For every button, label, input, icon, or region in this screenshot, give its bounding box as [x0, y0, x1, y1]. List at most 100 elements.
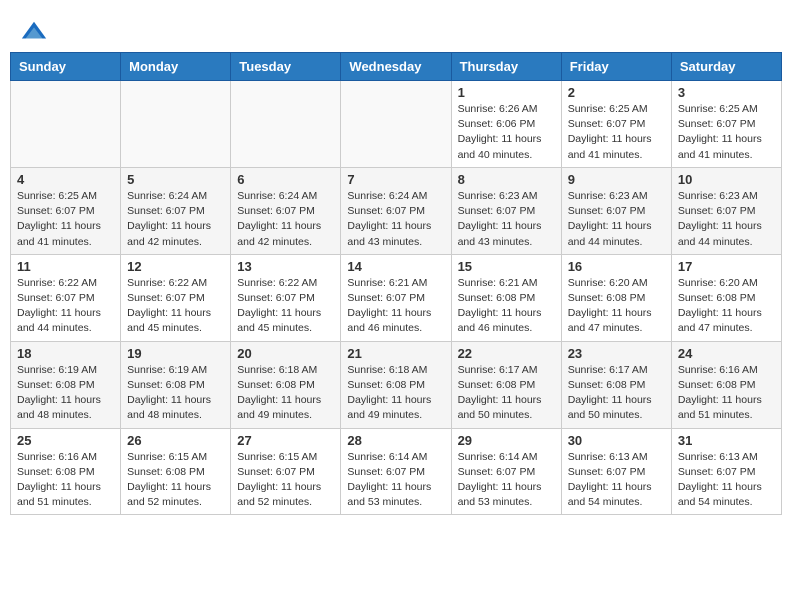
day-number: 3 — [678, 85, 775, 100]
day-detail: Sunrise: 6:16 AMSunset: 6:08 PMDaylight:… — [678, 363, 775, 424]
day-number: 8 — [458, 172, 555, 187]
day-detail: Sunrise: 6:17 AMSunset: 6:08 PMDaylight:… — [568, 363, 665, 424]
day-number: 7 — [347, 172, 444, 187]
calendar-cell: 4Sunrise: 6:25 AMSunset: 6:07 PMDaylight… — [11, 167, 121, 254]
day-detail: Sunrise: 6:16 AMSunset: 6:08 PMDaylight:… — [17, 450, 114, 511]
calendar-cell: 22Sunrise: 6:17 AMSunset: 6:08 PMDayligh… — [451, 341, 561, 428]
weekday-header-thursday: Thursday — [451, 53, 561, 81]
day-detail: Sunrise: 6:24 AMSunset: 6:07 PMDaylight:… — [347, 189, 444, 250]
weekday-header-sunday: Sunday — [11, 53, 121, 81]
day-detail: Sunrise: 6:21 AMSunset: 6:08 PMDaylight:… — [458, 276, 555, 337]
calendar-week-row: 11 Sunrise: 6:22 AMSunset: 6:07 PMDayligh… — [11, 254, 782, 341]
calendar-week-row: 18 Sunrise: 6:19 AMSunset: 6:08 PMDayligh… — [11, 341, 782, 428]
day-number: 13 — [237, 259, 334, 274]
day-number: 19 — [127, 346, 224, 361]
calendar-cell: 1 Sunrise: 6:26 AMSunset: 6:06 PMDaylight… — [451, 81, 561, 168]
calendar-cell: 16Sunrise: 6:20 AMSunset: 6:08 PMDayligh… — [561, 254, 671, 341]
day-detail: Sunrise: 6:23 AMSunset: 6:07 PMDaylight:… — [678, 189, 775, 250]
day-detail: Sunrise: 6:14 AMSunset: 6:07 PMDaylight:… — [347, 450, 444, 511]
calendar-cell — [11, 81, 121, 168]
calendar-week-row: 1 Sunrise: 6:26 AMSunset: 6:06 PMDaylight… — [11, 81, 782, 168]
day-number: 22 — [458, 346, 555, 361]
day-detail: Sunrise: 6:22 AMSunset: 6:07 PMDaylight:… — [127, 276, 224, 337]
day-number: 5 — [127, 172, 224, 187]
day-number: 30 — [568, 433, 665, 448]
calendar-cell: 25 Sunrise: 6:16 AMSunset: 6:08 PMDayligh… — [11, 428, 121, 515]
day-number: 9 — [568, 172, 665, 187]
day-number: 21 — [347, 346, 444, 361]
day-number: 24 — [678, 346, 775, 361]
calendar-week-row: 25 Sunrise: 6:16 AMSunset: 6:08 PMDayligh… — [11, 428, 782, 515]
calendar-cell: 27 Sunrise: 6:15 AMSunset: 6:07 PMDayligh… — [231, 428, 341, 515]
calendar-cell — [231, 81, 341, 168]
day-detail: Sunrise: 6:22 AMSunset: 6:07 PMDaylight:… — [237, 276, 334, 337]
day-number: 29 — [458, 433, 555, 448]
day-number: 11 — [17, 259, 114, 274]
calendar-cell: 21 Sunrise: 6:18 AMSunset: 6:08 PMDayligh… — [341, 341, 451, 428]
day-detail: Sunrise: 6:13 AMSunset: 6:07 PMDaylight:… — [568, 450, 665, 511]
calendar-week-row: 4Sunrise: 6:25 AMSunset: 6:07 PMDaylight… — [11, 167, 782, 254]
calendar-cell: 7 Sunrise: 6:24 AMSunset: 6:07 PMDaylight… — [341, 167, 451, 254]
day-detail: Sunrise: 6:25 AMSunset: 6:07 PMDaylight:… — [17, 189, 114, 250]
day-number: 15 — [458, 259, 555, 274]
day-number: 28 — [347, 433, 444, 448]
day-number: 2 — [568, 85, 665, 100]
calendar-cell: 17Sunrise: 6:20 AMSunset: 6:08 PMDayligh… — [671, 254, 781, 341]
weekday-header-friday: Friday — [561, 53, 671, 81]
weekday-header-monday: Monday — [121, 53, 231, 81]
day-number: 27 — [237, 433, 334, 448]
day-number: 31 — [678, 433, 775, 448]
day-number: 20 — [237, 346, 334, 361]
calendar-cell: 15 Sunrise: 6:21 AMSunset: 6:08 PMDayligh… — [451, 254, 561, 341]
day-number: 1 — [458, 85, 555, 100]
day-number: 18 — [17, 346, 114, 361]
page-header — [10, 10, 782, 52]
day-detail: Sunrise: 6:25 AMSunset: 6:07 PMDaylight:… — [678, 102, 775, 163]
day-detail: Sunrise: 6:15 AMSunset: 6:07 PMDaylight:… — [237, 450, 334, 511]
day-number: 17 — [678, 259, 775, 274]
day-detail: Sunrise: 6:19 AMSunset: 6:08 PMDaylight:… — [17, 363, 114, 424]
day-number: 26 — [127, 433, 224, 448]
calendar-cell: 8Sunrise: 6:23 AMSunset: 6:07 PMDaylight… — [451, 167, 561, 254]
calendar-cell: 6 Sunrise: 6:24 AMSunset: 6:07 PMDaylight… — [231, 167, 341, 254]
day-detail: Sunrise: 6:23 AMSunset: 6:07 PMDaylight:… — [568, 189, 665, 250]
day-number: 10 — [678, 172, 775, 187]
calendar-cell: 5 Sunrise: 6:24 AMSunset: 6:07 PMDaylight… — [121, 167, 231, 254]
calendar-cell: 3 Sunrise: 6:25 AMSunset: 6:07 PMDaylight… — [671, 81, 781, 168]
day-number: 6 — [237, 172, 334, 187]
calendar-cell — [341, 81, 451, 168]
day-detail: Sunrise: 6:18 AMSunset: 6:08 PMDaylight:… — [347, 363, 444, 424]
weekday-header-saturday: Saturday — [671, 53, 781, 81]
calendar-table: SundayMondayTuesdayWednesdayThursdayFrid… — [10, 52, 782, 515]
day-detail: Sunrise: 6:25 AMSunset: 6:07 PMDaylight:… — [568, 102, 665, 163]
day-detail: Sunrise: 6:18 AMSunset: 6:08 PMDaylight:… — [237, 363, 334, 424]
calendar-cell: 2 Sunrise: 6:25 AMSunset: 6:07 PMDaylight… — [561, 81, 671, 168]
day-detail: Sunrise: 6:14 AMSunset: 6:07 PMDaylight:… — [458, 450, 555, 511]
day-detail: Sunrise: 6:22 AMSunset: 6:07 PMDaylight:… — [17, 276, 114, 337]
day-number: 25 — [17, 433, 114, 448]
calendar-cell: 12Sunrise: 6:22 AMSunset: 6:07 PMDayligh… — [121, 254, 231, 341]
day-detail: Sunrise: 6:19 AMSunset: 6:08 PMDaylight:… — [127, 363, 224, 424]
weekday-header-wednesday: Wednesday — [341, 53, 451, 81]
day-detail: Sunrise: 6:26 AMSunset: 6:06 PMDaylight:… — [458, 102, 555, 163]
day-detail: Sunrise: 6:15 AMSunset: 6:08 PMDaylight:… — [127, 450, 224, 511]
calendar-cell: 23 Sunrise: 6:17 AMSunset: 6:08 PMDayligh… — [561, 341, 671, 428]
day-detail: Sunrise: 6:24 AMSunset: 6:07 PMDaylight:… — [127, 189, 224, 250]
weekday-header-row: SundayMondayTuesdayWednesdayThursdayFrid… — [11, 53, 782, 81]
calendar-cell: 29 Sunrise: 6:14 AMSunset: 6:07 PMDayligh… — [451, 428, 561, 515]
day-detail: Sunrise: 6:24 AMSunset: 6:07 PMDaylight:… — [237, 189, 334, 250]
calendar-cell: 11 Sunrise: 6:22 AMSunset: 6:07 PMDayligh… — [11, 254, 121, 341]
weekday-header-tuesday: Tuesday — [231, 53, 341, 81]
calendar-cell: 20 Sunrise: 6:18 AMSunset: 6:08 PMDayligh… — [231, 341, 341, 428]
calendar-cell: 14Sunrise: 6:21 AMSunset: 6:07 PMDayligh… — [341, 254, 451, 341]
day-number: 23 — [568, 346, 665, 361]
calendar-cell: 19 Sunrise: 6:19 AMSunset: 6:08 PMDayligh… — [121, 341, 231, 428]
calendar-cell: 9 Sunrise: 6:23 AMSunset: 6:07 PMDaylight… — [561, 167, 671, 254]
calendar-cell: 26 Sunrise: 6:15 AMSunset: 6:08 PMDayligh… — [121, 428, 231, 515]
day-number: 14 — [347, 259, 444, 274]
logo-icon — [20, 18, 48, 46]
day-detail: Sunrise: 6:20 AMSunset: 6:08 PMDaylight:… — [568, 276, 665, 337]
calendar-cell: 13 Sunrise: 6:22 AMSunset: 6:07 PMDayligh… — [231, 254, 341, 341]
calendar-cell — [121, 81, 231, 168]
logo — [20, 18, 52, 46]
